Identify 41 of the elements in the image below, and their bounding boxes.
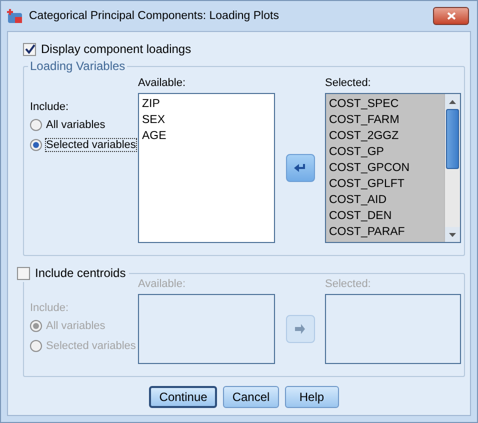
- checkbox[interactable]: [23, 42, 36, 56]
- arrow-icon: [294, 163, 306, 173]
- selected-list[interactable]: COST_SPEC COST_FARM COST_2GGZ COST_GP COST_GPCON COST_GPLFT COST_AID COST_DEN COST_PARAF: [325, 93, 461, 243]
- group-title: Loading Variables: [28, 59, 128, 73]
- list-item[interactable]: COST_GP: [329, 144, 441, 160]
- include-label: Include:: [30, 101, 70, 113]
- scrollbar[interactable]: [444, 94, 460, 242]
- list-item[interactable]: COST_SPEC: [329, 96, 441, 112]
- list-item[interactable]: ZIP: [142, 96, 271, 112]
- radio-button[interactable]: [30, 119, 42, 131]
- list-item[interactable]: COST_2GGZ: [329, 128, 441, 144]
- available-label: Available:: [138, 77, 186, 89]
- selected-label: Selected:: [325, 278, 371, 290]
- scroll-up-icon: [449, 100, 456, 104]
- list-item[interactable]: SEX: [142, 112, 271, 128]
- radio-label[interactable]: All variables: [46, 119, 106, 131]
- window-title: Categorical Principal Components: Loading Plots: [29, 10, 280, 22]
- list-item[interactable]: COST_PARAF: [329, 224, 441, 240]
- available-list[interactable]: ZIP SEX AGE: [138, 93, 275, 243]
- arrow-icon: [294, 324, 306, 334]
- list-item[interactable]: COST_GPCON: [329, 160, 441, 176]
- scroll-down-icon: [449, 232, 456, 236]
- available-label: Available:: [138, 278, 186, 290]
- include-label: Include:: [30, 302, 70, 314]
- app-icon: [7, 8, 23, 24]
- list-item[interactable]: COST_GPLFT: [329, 176, 441, 192]
- list-item[interactable]: AGE: [142, 128, 271, 144]
- dialog-button[interactable]: Help: [284, 386, 339, 408]
- radio-button[interactable]: [30, 139, 42, 151]
- list-item[interactable]: COST_AID: [329, 192, 441, 208]
- dialog-button[interactable]: Cancel: [223, 386, 279, 408]
- list-item[interactable]: COST_DEN: [329, 208, 441, 224]
- close-icon: [446, 12, 456, 20]
- checkbox-label[interactable]: Display component loadings: [41, 42, 192, 56]
- move-button[interactable]: [286, 154, 314, 182]
- list-item[interactable]: COST_FARM: [329, 112, 441, 128]
- radio-label[interactable]: Selected variables: [46, 139, 136, 151]
- dialog-button[interactable]: Continue: [149, 386, 218, 408]
- selected-label: Selected:: [325, 77, 371, 89]
- checkmark-icon: [24, 44, 34, 54]
- close-button[interactable]: [433, 7, 469, 25]
